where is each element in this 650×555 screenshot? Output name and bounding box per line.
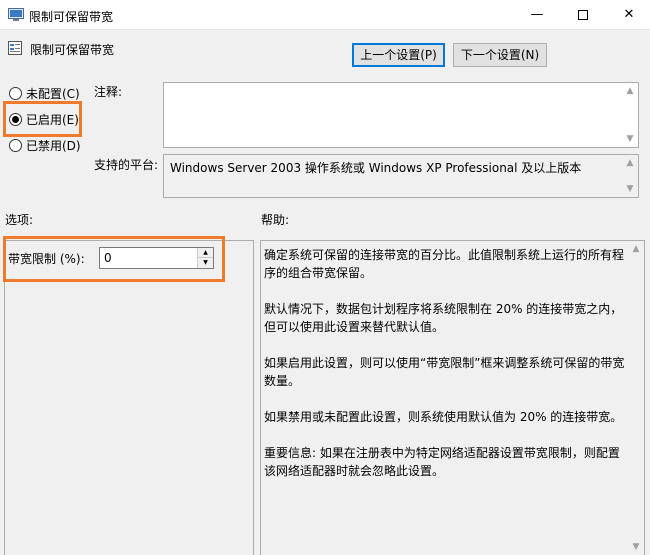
help-paragraph: 如果启用此设置，则可以使用“带宽限制”框来调整系统可保留的带宽数量。 (264, 356, 625, 388)
options-panel (4, 240, 254, 555)
window-title: 限制可保留带宽 (29, 10, 114, 24)
minimize-button[interactable]: — (514, 0, 560, 30)
radio-label: 未配置(C) (26, 86, 80, 101)
options-label: 选项: (5, 213, 34, 227)
title-bar: 限制可保留带宽 — ✕ (0, 0, 650, 30)
help-text: 确定系统可保留的连接带宽的百分比。此值限制系统上运行的所有程序的组合带宽保留。 … (264, 246, 626, 498)
help-panel: 确定系统可保留的连接带宽的百分比。此值限制系统上运行的所有程序的组合带宽保留。 … (260, 240, 645, 555)
scroll-down-icon[interactable]: ▼ (625, 134, 635, 144)
radio-disabled[interactable]: 已禁用(D) (9, 136, 81, 154)
policy-name: 限制可保留带宽 (30, 43, 115, 57)
help-paragraph: 如果禁用或未配置此设置，则系统使用默认值为 20% 的连接带宽。 (264, 410, 623, 424)
scroll-up-icon[interactable]: ▲ (631, 244, 641, 254)
radio-circle[interactable] (9, 138, 22, 152)
previous-setting-button[interactable]: 上一个设置(P) (352, 43, 445, 67)
comment-label: 注释: (94, 85, 123, 99)
radio-not-configured[interactable]: 未配置(C) (9, 84, 80, 102)
comment-scrollbar[interactable]: ▲ ▼ (622, 83, 638, 147)
help-scrollbar[interactable]: ▲ ▼ (628, 241, 644, 555)
platform-label: 支持的平台: (94, 158, 159, 172)
platform-textbox: Windows Server 2003 操作系统或 Windows XP Pro… (163, 154, 639, 198)
help-paragraph: 重要信息: 如果在注册表中为特定网络适配器设置带宽限制，则配置该网络适配器时就会… (264, 446, 620, 478)
scroll-up-icon[interactable]: ▲ (625, 86, 635, 96)
scroll-up-icon[interactable]: ▲ (625, 158, 635, 168)
platform-scrollbar[interactable]: ▲ ▼ (622, 155, 638, 197)
scroll-down-icon[interactable]: ▼ (625, 184, 635, 194)
close-button[interactable]: ✕ (606, 0, 650, 30)
annotation-highlight-bandwidth (3, 236, 225, 282)
help-paragraph: 确定系统可保留的连接带宽的百分比。此值限制系统上运行的所有程序的组合带宽保留。 (264, 248, 625, 280)
platform-value: Windows Server 2003 操作系统或 Windows XP Pro… (170, 161, 582, 175)
help-paragraph: 默认情况下，数据包计划程序将系统限制在 20% 的连接带宽之内，但可以使用此设置… (264, 302, 623, 334)
comment-textarea[interactable]: ▲ ▼ (163, 82, 639, 148)
group-policy-icon (8, 8, 24, 21)
next-setting-button[interactable]: 下一个设置(N) (453, 43, 547, 67)
maximize-icon (578, 9, 588, 20)
scroll-down-icon[interactable]: ▼ (631, 542, 641, 552)
radio-circle[interactable] (9, 86, 22, 100)
radio-label: 已禁用(D) (26, 138, 81, 153)
policy-setting-icon (8, 41, 22, 55)
maximize-button[interactable] (560, 0, 606, 30)
help-label: 帮助: (261, 213, 290, 227)
annotation-highlight-enabled (3, 101, 82, 137)
